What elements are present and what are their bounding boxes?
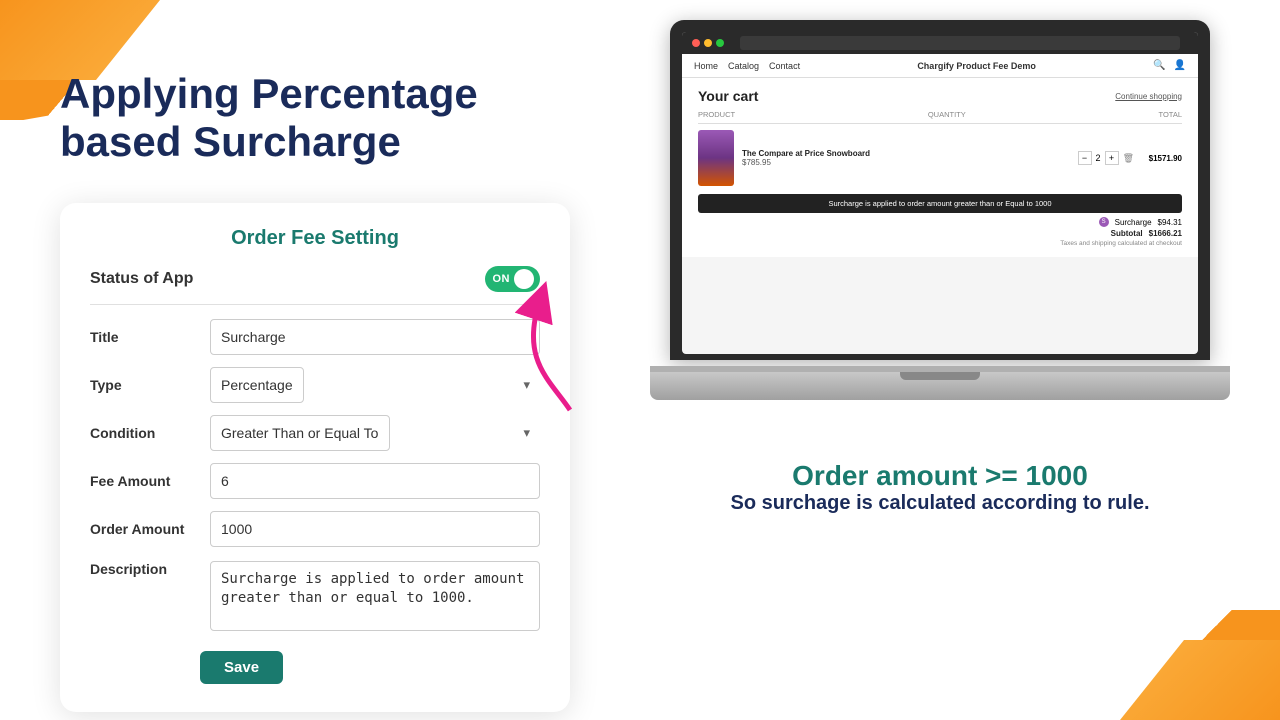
nav-catalog[interactable]: Catalog: [728, 61, 759, 71]
description-label: Description: [90, 561, 200, 577]
account-icon[interactable]: 👤: [1174, 60, 1186, 71]
status-label: Status of App: [90, 270, 193, 288]
type-field-label: Type: [90, 377, 200, 393]
header-quantity: QUANTITY: [928, 110, 966, 119]
bottom-text-line1: Order amount >= 1000: [730, 460, 1149, 492]
cart-title-row: Your cart Continue shopping: [698, 88, 1182, 104]
right-panel: Home Catalog Contact Chargify Product Fe…: [600, 0, 1280, 720]
type-select[interactable]: Percentage: [210, 367, 304, 403]
order-amount-label: Order Amount: [90, 521, 200, 537]
condition-row: Condition Greater Than or Equal To: [90, 415, 540, 451]
continue-shopping-link[interactable]: Continue shopping: [1115, 92, 1182, 101]
surcharge-label: Surcharge: [1115, 218, 1152, 227]
condition-select[interactable]: Greater Than or Equal To: [210, 415, 390, 451]
browser-nav: [682, 32, 1198, 54]
fee-amount-row: Fee Amount: [90, 463, 540, 499]
tax-note: Taxes and shipping calculated at checkou…: [698, 240, 1182, 247]
cart-product-row: The Compare at Price Snowboard $785.95 −…: [698, 130, 1182, 186]
cart-table-header: PRODUCT QUANTITY TOTAL: [698, 110, 1182, 124]
save-button[interactable]: Save: [200, 651, 283, 684]
fee-amount-label: Fee Amount: [90, 473, 200, 489]
order-amount-row: Order Amount: [90, 511, 540, 547]
bottom-text: Order amount >= 1000 So surchage is calc…: [730, 460, 1149, 515]
subtotal-label: Subtotal: [1111, 229, 1143, 238]
laptop-screen-outer: Home Catalog Contact Chargify Product Fe…: [670, 20, 1210, 360]
status-row: Status of App ON: [90, 266, 540, 305]
qty-plus-btn[interactable]: +: [1105, 151, 1119, 165]
fee-card: Order Fee Setting Status of App ON Title…: [60, 203, 570, 712]
header-product: PRODUCT: [698, 110, 735, 119]
fee-card-title: Order Fee Setting: [90, 227, 540, 250]
curved-arrow-icon: [490, 280, 610, 420]
search-icon[interactable]: 🔍: [1153, 60, 1165, 71]
description-textarea[interactable]: Surcharge is applied to order amount gre…: [210, 561, 540, 631]
product-name: The Compare at Price Snowboard: [742, 149, 1070, 158]
product-price: $785.95: [742, 158, 1070, 167]
cart-content: Your cart Continue shopping PRODUCT QUAN…: [682, 78, 1198, 257]
order-amount-input[interactable]: [210, 511, 540, 547]
store-title: Chargify Product Fee Demo: [917, 61, 1036, 71]
surcharge-row: S Surcharge $94.31: [698, 217, 1182, 227]
qty-controls: − 2 + 🗑: [1078, 151, 1134, 165]
surcharge-amount: $94.31: [1158, 218, 1182, 227]
main-title: Applying Percentage based Surcharge: [60, 70, 560, 167]
cart-title: Your cart: [698, 88, 758, 104]
laptop-mockup: Home Catalog Contact Chargify Product Fe…: [650, 20, 1230, 420]
product-info: The Compare at Price Snowboard $785.95: [742, 149, 1070, 167]
surcharge-badge: S: [1099, 217, 1109, 227]
title-line2: based Surcharge: [60, 118, 401, 165]
condition-field-label: Condition: [90, 425, 200, 441]
title-row: Title: [90, 319, 540, 355]
bottom-text-line2: So surchage is calculated according to r…: [730, 492, 1149, 515]
store-nav-links: Home Catalog Contact: [694, 61, 800, 71]
title-line1: Applying Percentage: [60, 70, 478, 117]
description-row: Description Surcharge is applied to orde…: [90, 559, 540, 631]
type-row: Type Percentage: [90, 367, 540, 403]
store-nav-icons: 🔍 👤: [1153, 60, 1186, 71]
subtotal-row: Subtotal $1666.21: [698, 229, 1182, 238]
nav-home[interactable]: Home: [694, 61, 718, 71]
fee-amount-input[interactable]: [210, 463, 540, 499]
laptop-screen-inner: Home Catalog Contact Chargify Product Fe…: [682, 32, 1198, 354]
header-total: TOTAL: [1159, 110, 1182, 119]
surcharge-tooltip: Surcharge is applied to order amount gre…: [698, 194, 1182, 213]
store-nav-bar: Home Catalog Contact Chargify Product Fe…: [682, 54, 1198, 78]
qty-value: 2: [1096, 153, 1101, 163]
subtotal-amount: $1666.21: [1149, 229, 1182, 238]
nav-contact[interactable]: Contact: [769, 61, 800, 71]
product-total: $1571.90: [1142, 154, 1182, 163]
laptop-base: [650, 372, 1230, 400]
delete-icon[interactable]: 🗑: [1123, 153, 1134, 164]
qty-minus-btn[interactable]: −: [1078, 151, 1092, 165]
title-field-label: Title: [90, 329, 200, 345]
product-image: [698, 130, 734, 186]
